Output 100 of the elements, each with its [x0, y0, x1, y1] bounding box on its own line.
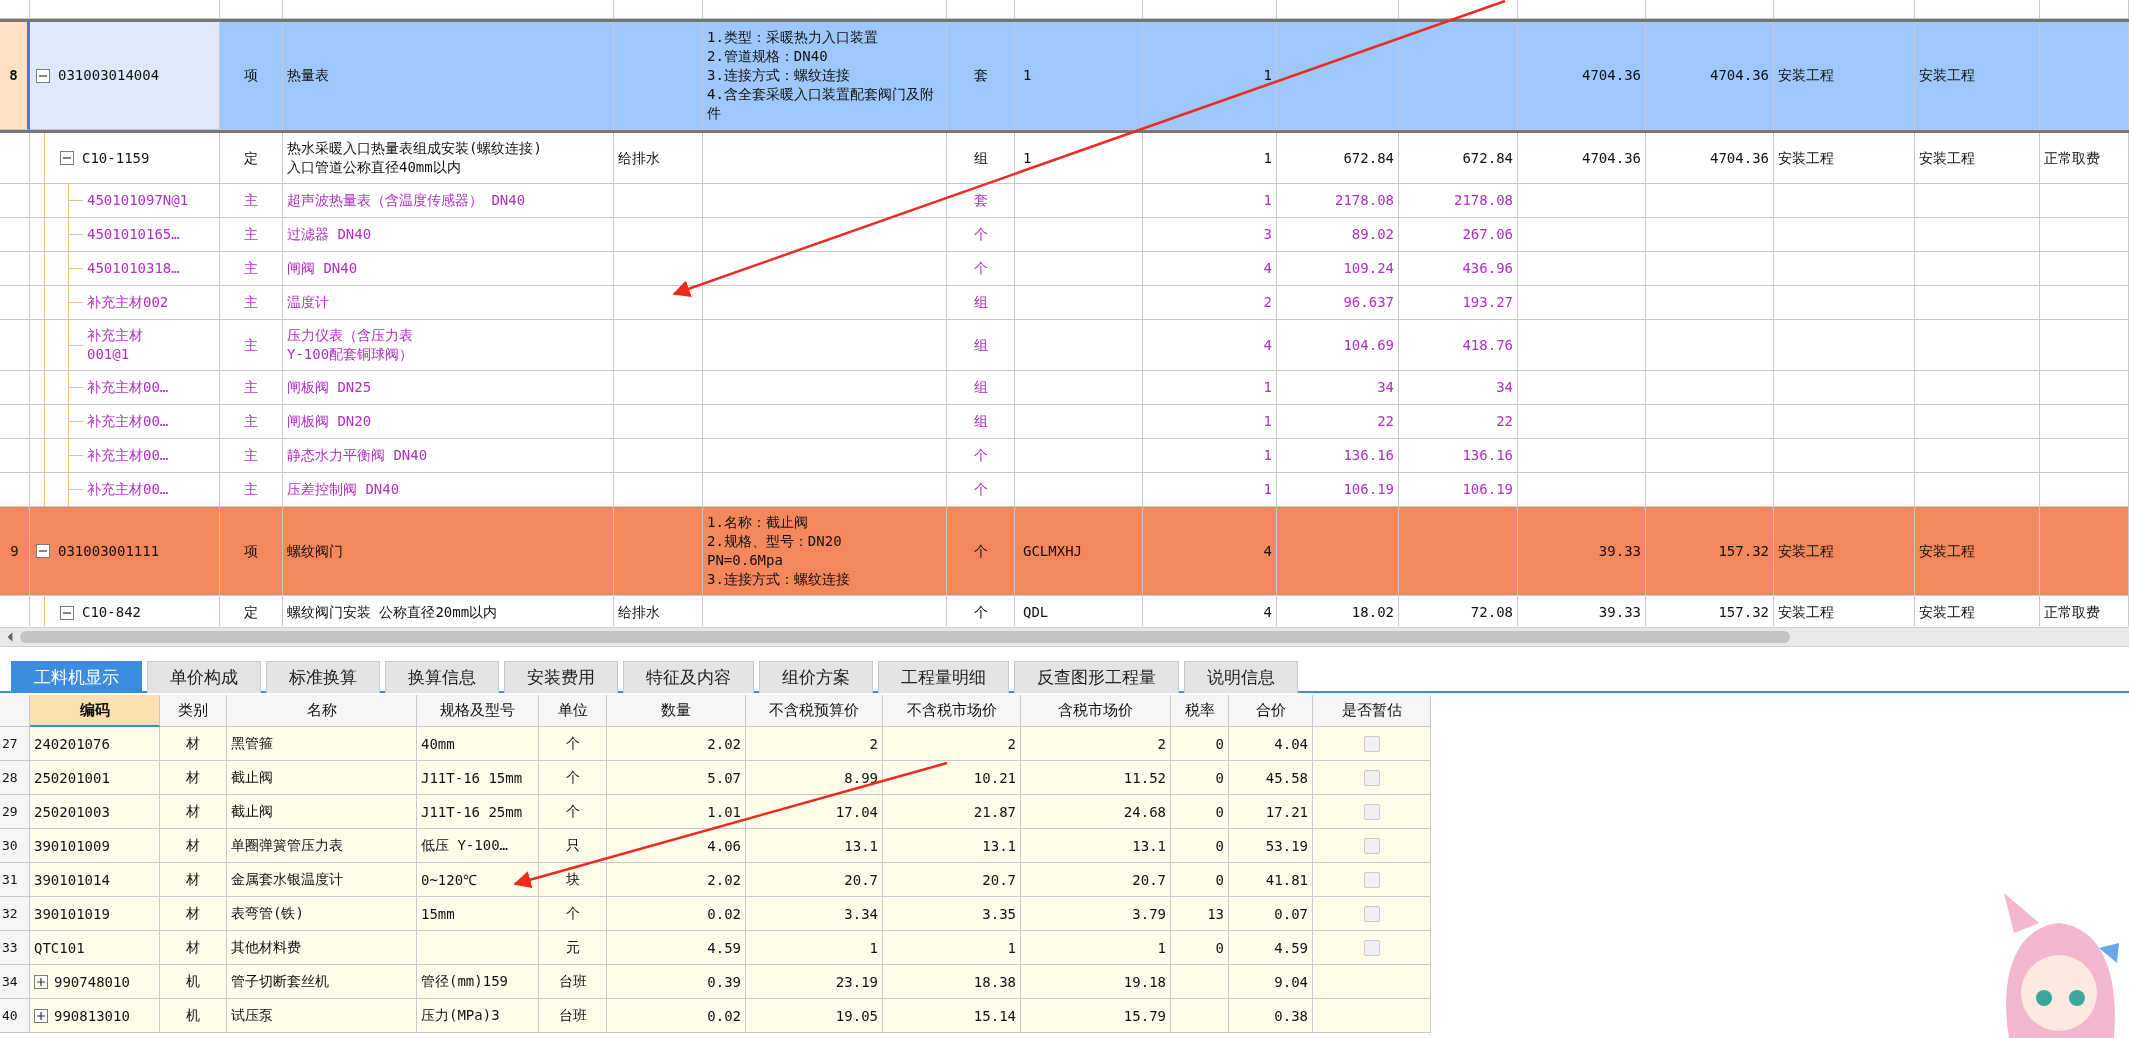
table-row[interactable]: C10-1159 定 热水采暖入口热量表组成安装(螺纹连接) 入口管道公称直径40mm以内 给排水 组 1 1 672.84 672.84 4704.36 4704.36 安装工程 安装工程 正常取费	[0, 133, 2129, 184]
checkbox[interactable]	[1363, 769, 1380, 786]
table-cell: 13.1	[883, 829, 1021, 863]
table-cell: 13.1	[1021, 829, 1171, 863]
checkbox[interactable]	[1363, 871, 1380, 888]
table-row[interactable]: 4501010318… 主 闸阀 DN40 个 4 109.24 436.96	[0, 252, 2129, 286]
expand-icon[interactable]	[34, 1008, 48, 1023]
table-cell: 8.99	[746, 761, 883, 795]
table-cell: 1	[746, 931, 883, 965]
table-cell: 4.59	[1229, 931, 1313, 965]
table-cell: 管子切断套丝机	[227, 965, 417, 999]
column-header[interactable]: 单位	[539, 695, 607, 727]
table-cell: 材	[160, 761, 227, 795]
table-cell: 0	[1171, 795, 1229, 829]
table-cell: 4704.36	[1646, 22, 1774, 130]
table-cell: 240201076	[30, 727, 160, 761]
code-text: 补充主材 001@1	[87, 326, 143, 364]
table-cell: 0.38	[1229, 999, 1313, 1033]
tab[interactable]: 换算信息	[385, 661, 499, 693]
table-row[interactable]: 补充主材00… 主 压差控制阀 DN40 个 1 106.19 106.19	[0, 473, 2129, 507]
tab[interactable]: 标准换算	[266, 661, 380, 693]
table-cell: 黑管箍	[227, 727, 417, 761]
tab[interactable]: 组价方案	[759, 661, 873, 693]
table-cell: 4.59	[607, 931, 746, 965]
row-header: 32	[0, 897, 30, 931]
row-header: 29	[0, 795, 30, 829]
table-cell: 1	[1015, 22, 1143, 130]
table-cell: 材	[160, 897, 227, 931]
table-cell: 19.18	[1021, 965, 1171, 999]
row-header	[0, 405, 30, 439]
checkbox[interactable]	[1363, 735, 1380, 752]
column-header[interactable]: 规格及型号	[417, 695, 539, 727]
column-header[interactable]: 是否暂估	[1313, 695, 1431, 727]
row-header: 27	[0, 727, 30, 761]
table-row[interactable]: 4501010165… 主 过滤器 DN40 个 3 89.02 267.06	[0, 218, 2129, 252]
tab[interactable]: 安装费用	[504, 661, 618, 693]
table-cell: 4704.36	[1518, 22, 1646, 130]
expand-icon[interactable]	[34, 974, 48, 989]
table-cell: 250201001	[30, 761, 160, 795]
table-cell: 9.04	[1229, 965, 1313, 999]
table-cell: 250201003	[30, 795, 160, 829]
table-cell: 3.34	[746, 897, 883, 931]
code-text: 031003014004	[58, 66, 160, 85]
row-header	[0, 252, 30, 286]
column-header[interactable]: 编码	[30, 695, 160, 727]
code-text: C10-842	[82, 603, 141, 622]
row-header: 28	[0, 761, 30, 795]
table-cell: 材	[160, 795, 227, 829]
checkbox[interactable]	[1363, 905, 1380, 922]
column-header[interactable]: 名称	[227, 695, 417, 727]
tab[interactable]: 单价构成	[147, 661, 261, 693]
table-row[interactable]: 8 031003014004 项 热量表 1.类型：采暖热力入口装置 2.管道规格：DN40 3.连接方式：螺纹连接 4.含全套采暖入口装置配套阀门及附件 套 1 1 4704.36 4704.36 安装工程 安装工程	[0, 19, 2129, 133]
checkbox[interactable]	[1363, 803, 1380, 820]
table-cell: 2	[883, 727, 1021, 761]
table-cell: 0.02	[607, 999, 746, 1033]
table-cell: 5.07	[607, 761, 746, 795]
table-row[interactable]: 补充主材 001@1 主 压力仪表（含压力表 Y-100配套铜球阀） 组 4 104.69 418.76	[0, 320, 2129, 371]
table-cell: 23.19	[746, 965, 883, 999]
table-cell: 17.04	[746, 795, 883, 829]
table-row[interactable]: 补充主材00… 主 静态水力平衡阀 DN40 个 1 136.16 136.16	[0, 439, 2129, 473]
table-row[interactable]: 9 031003001111 项 螺纹阀门 1.名称：截止阀 2.规格、型号：DN20 PN=0.6Mpa 3.连接方式：螺纹连接 个 GCLMXHJ 4 39.33 157.32 安装工程 安装工程	[0, 507, 2129, 596]
collapse-icon[interactable]	[60, 151, 74, 165]
row-header: 31	[0, 863, 30, 897]
checkbox[interactable]	[1363, 837, 1380, 854]
collapse-icon[interactable]	[60, 605, 74, 620]
table-cell	[1171, 965, 1229, 999]
scrollbar-thumb[interactable]	[20, 631, 1790, 643]
table-row[interactable]: 补充主材002 主 温度计 组 2 96.637 193.27	[0, 286, 2129, 320]
table-cell: 机	[160, 965, 227, 999]
collapse-icon[interactable]	[36, 68, 50, 83]
column-header[interactable]: 合价	[1229, 695, 1313, 727]
table-row[interactable]: 450101097N@1 主 超声波热量表（含温度传感器） DN40 套 1 2178.08 2178.08	[0, 184, 2129, 218]
table-cell: 0	[1171, 931, 1229, 965]
column-header[interactable]: 数量	[607, 695, 746, 727]
table-cell: 材	[160, 829, 227, 863]
column-header[interactable]: 含税市场价	[1021, 695, 1171, 727]
code-text: C10-1159	[82, 148, 150, 168]
collapse-icon[interactable]	[36, 544, 50, 558]
column-header[interactable]: 不含税市场价	[883, 695, 1021, 727]
table-cell: 其他材料费	[227, 931, 417, 965]
tab[interactable]: 特征及内容	[623, 661, 754, 693]
code-text: 补充主材002	[87, 293, 169, 312]
column-header[interactable]: 类别	[160, 695, 227, 727]
horizontal-scrollbar[interactable]	[0, 627, 2129, 647]
table-cell: J11T-16 25mm	[417, 795, 539, 829]
header-corner	[0, 695, 30, 727]
table-cell: 表弯管(铁)	[227, 897, 417, 931]
column-header[interactable]: 税率	[1171, 695, 1229, 727]
tab[interactable]: 说明信息	[1184, 661, 1298, 693]
table-row[interactable]: 补充主材00… 主 闸板阀 DN25 组 1 34 34	[0, 371, 2129, 405]
tab[interactable]: 工程量明细	[878, 661, 1009, 693]
table-row[interactable]: 补充主材00… 主 闸板阀 DN20 组 1 22 22	[0, 405, 2129, 439]
table-cell: 金属套水银温度计	[227, 863, 417, 897]
table-cell: 热量表	[283, 22, 614, 130]
table-cell: 17.21	[1229, 795, 1313, 829]
table-cell: 0	[1171, 727, 1229, 761]
checkbox[interactable]	[1363, 939, 1380, 956]
column-header[interactable]: 不含税预算价	[746, 695, 883, 727]
tab[interactable]: 反查图形工程量	[1014, 661, 1179, 693]
table-cell: 2	[1021, 727, 1171, 761]
